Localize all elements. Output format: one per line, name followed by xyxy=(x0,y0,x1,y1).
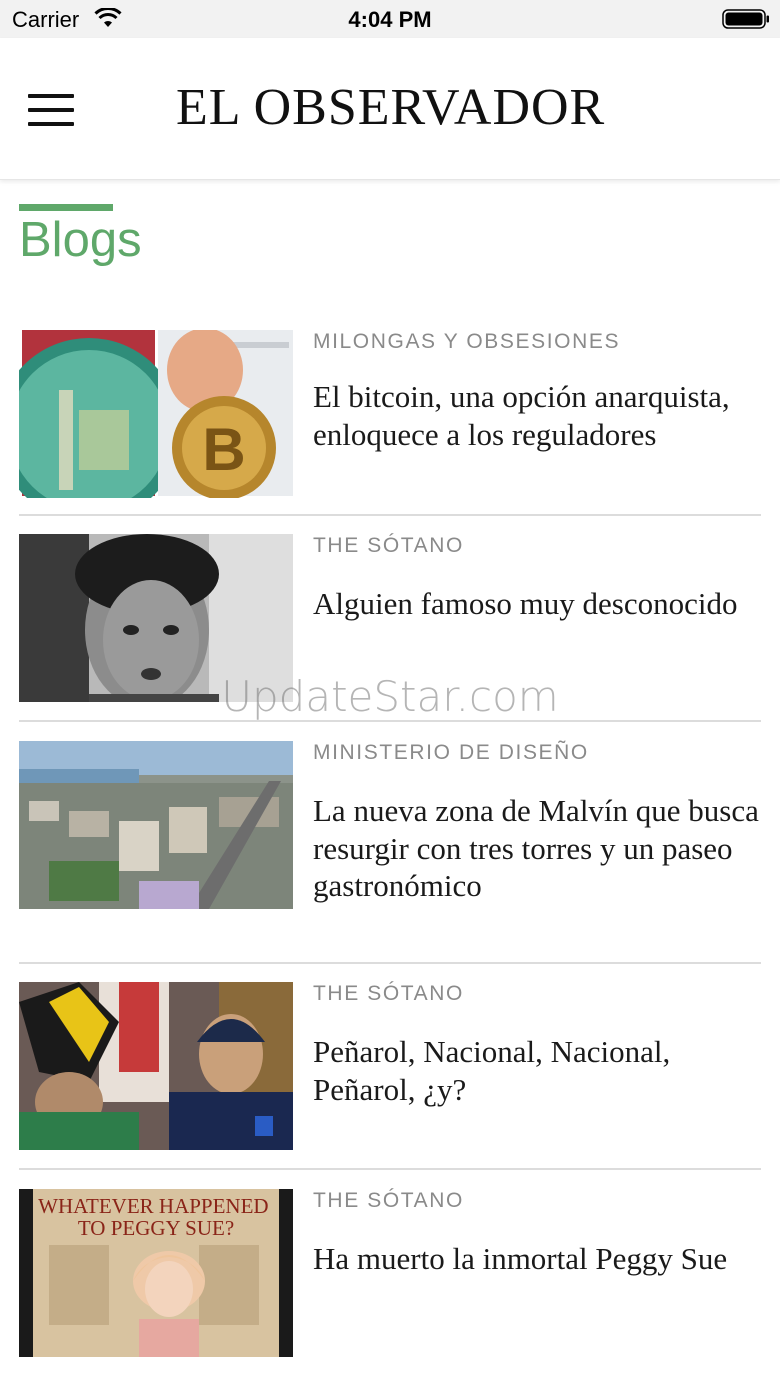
list-divider xyxy=(19,962,761,964)
watermark: UpdateStar.com xyxy=(221,672,559,721)
svg-text:B: B xyxy=(202,416,245,483)
bitcoin-image: B xyxy=(19,330,293,498)
section-accent-bar xyxy=(19,204,113,211)
status-bar: Carrier 4:04 PM xyxy=(0,0,780,38)
article-item[interactable]: WHATEVER HAPPENED TO PEGGY SUE? THE SÓTA… xyxy=(19,1189,761,1357)
hamburger-menu-icon[interactable] xyxy=(28,94,74,128)
article-category: THE SÓTANO xyxy=(313,982,464,1005)
article-category: MINISTERIO DE DISEÑO xyxy=(313,741,589,764)
article-thumbnail-peggy-sue[interactable]: WHATEVER HAPPENED TO PEGGY SUE? xyxy=(19,1189,293,1357)
article-thumbnail-bitcoin[interactable]: B xyxy=(19,330,293,498)
article-thumbnail-football-fans[interactable] xyxy=(19,982,293,1150)
article-headline[interactable]: Peñarol, Nacional, Nacional, Peñarol, ¿y… xyxy=(313,1033,761,1108)
list-divider xyxy=(19,1168,761,1170)
article-item[interactable]: B MILONGAS Y OBSESIONES El bitcoin, una … xyxy=(19,330,761,498)
article-category: MILONGAS Y OBSESIONES xyxy=(313,330,621,353)
site-logo[interactable]: EL OBSERVADOR xyxy=(176,78,605,137)
article-category: THE SÓTANO xyxy=(313,1189,464,1212)
section-title: Blogs xyxy=(19,213,142,267)
article-item[interactable]: MINISTERIO DE DISEÑO La nueva zona de Ma… xyxy=(19,741,761,945)
article-headline[interactable]: El bitcoin, una opción anarquista, enloq… xyxy=(313,378,761,453)
article-category: THE SÓTANO xyxy=(313,534,464,557)
article-item[interactable]: THE SÓTANO Peñarol, Nacional, Nacional, … xyxy=(19,982,761,1150)
list-divider xyxy=(19,514,761,516)
football-fans-image xyxy=(19,982,293,1150)
article-headline[interactable]: Ha muerto la inmortal Peggy Sue xyxy=(313,1240,761,1278)
city-aerial-image xyxy=(19,741,293,909)
article-thumbnail-city[interactable] xyxy=(19,741,293,909)
wifi-icon xyxy=(94,8,122,27)
article-headline[interactable]: La nueva zona de Malvín que busca resurg… xyxy=(313,792,761,905)
peggy-sue-poster-image: WHATEVER HAPPENED TO PEGGY SUE? xyxy=(19,1189,293,1357)
article-headline[interactable]: Alguien famoso muy desconocido xyxy=(313,585,761,623)
battery-icon xyxy=(722,9,769,29)
carrier-label: Carrier xyxy=(12,7,80,32)
app-header: EL OBSERVADOR xyxy=(0,38,780,180)
